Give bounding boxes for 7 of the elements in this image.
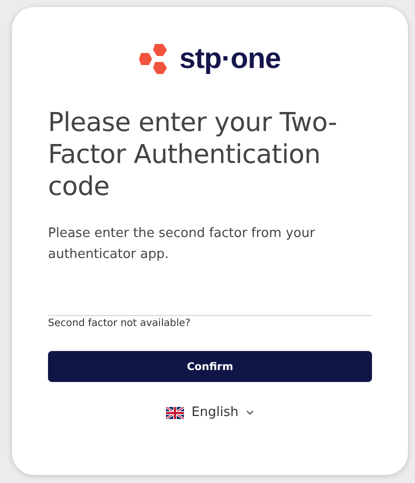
language-selector[interactable]: English: [160, 404, 260, 421]
flag-icon: [166, 406, 184, 418]
confirm-button[interactable]: Confirm: [48, 351, 372, 382]
page-title: Please enter your Two-Factor Authentication code: [48, 107, 338, 203]
description-text: Please enter the second factor from your authenticator app.: [48, 225, 316, 264]
logo-text: stp·one: [179, 42, 281, 76]
help-link[interactable]: Second factor not available?: [48, 318, 190, 329]
